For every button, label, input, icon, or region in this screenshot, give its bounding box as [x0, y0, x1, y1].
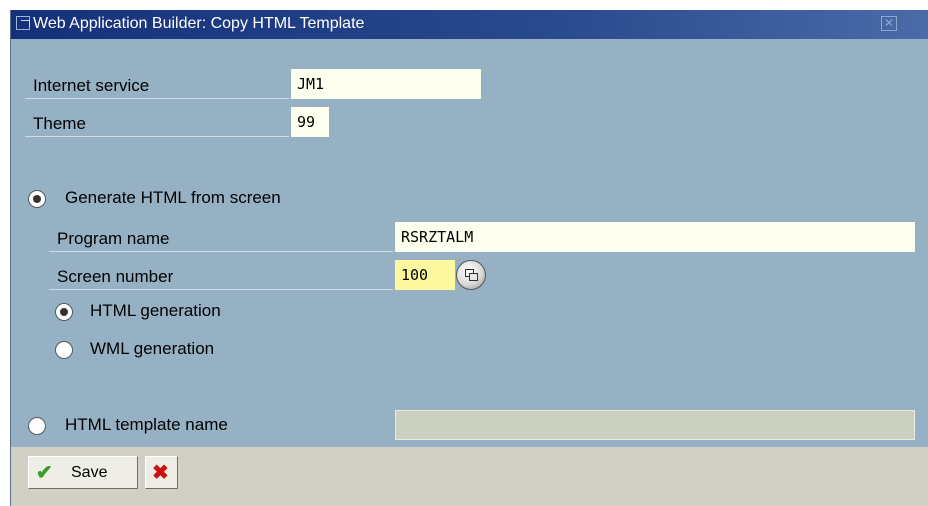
- window-icon: [16, 16, 30, 30]
- program-name-label: Program name: [49, 225, 393, 252]
- dialog-body: Internet service JM1 Theme 99 Generate H…: [11, 39, 928, 447]
- checkmark-icon: ✔: [36, 462, 53, 484]
- generate-from-screen-label: Generate HTML from screen: [65, 188, 281, 207]
- screen-number-label: Screen number: [49, 263, 393, 290]
- generate-from-screen-radio[interactable]: [28, 190, 46, 208]
- dialog-window: Web Application Builder: Copy HTML Templ…: [10, 10, 928, 506]
- value-help-icon[interactable]: [456, 260, 486, 290]
- html-generation-radio[interactable]: [55, 303, 73, 321]
- internet-service-label: Internet service: [25, 72, 289, 99]
- internet-service-field[interactable]: JM1: [291, 69, 481, 99]
- html-template-field[interactable]: [395, 410, 915, 440]
- button-bar: ✔ Save ✖: [11, 447, 928, 506]
- screen-number-field[interactable]: 100: [395, 260, 455, 290]
- program-name-field[interactable]: RSRZTALM: [395, 222, 915, 252]
- cancel-button[interactable]: ✖: [145, 456, 178, 489]
- close-icon[interactable]: ✕: [881, 16, 897, 31]
- theme-label: Theme: [25, 110, 289, 137]
- html-template-radio[interactable]: [28, 417, 46, 435]
- html-generation-label: HTML generation: [90, 301, 221, 320]
- wml-generation-radio[interactable]: [55, 341, 73, 359]
- html-template-label: HTML template name: [65, 415, 228, 434]
- window-title: Web Application Builder: Copy HTML Templ…: [33, 15, 365, 32]
- cancel-icon: ✖: [152, 462, 169, 484]
- theme-field[interactable]: 99: [291, 107, 329, 137]
- title-bar: Web Application Builder: Copy HTML Templ…: [11, 10, 928, 39]
- wml-generation-label: WML generation: [90, 339, 215, 358]
- save-button[interactable]: ✔ Save: [28, 456, 138, 489]
